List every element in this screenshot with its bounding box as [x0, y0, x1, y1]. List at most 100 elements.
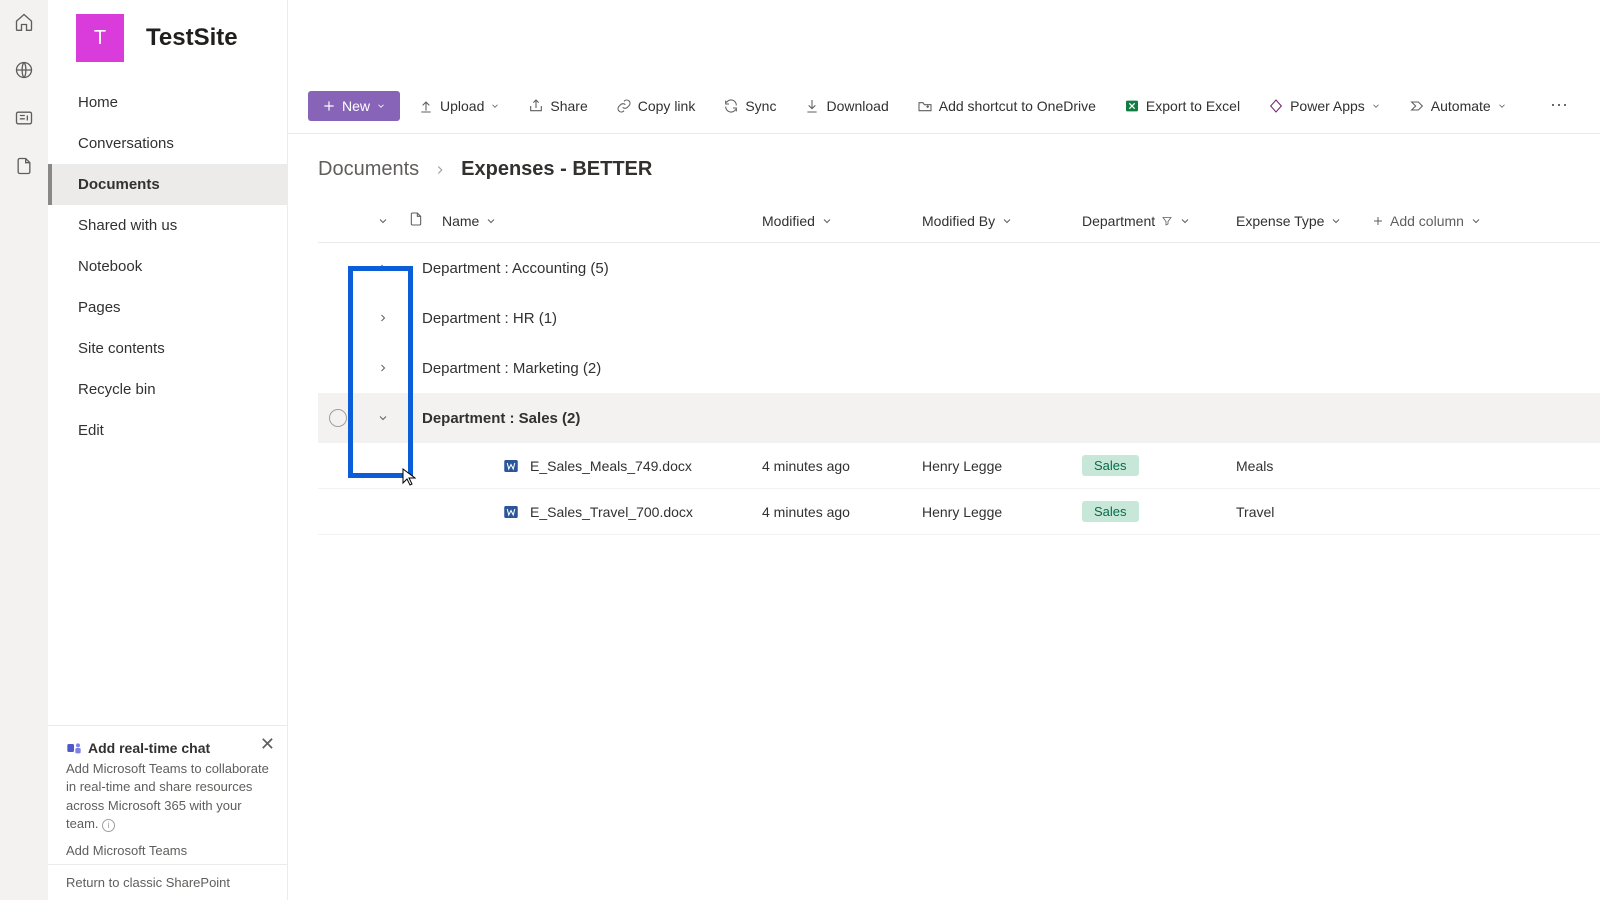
modified-by-value: Henry Legge: [922, 504, 1082, 520]
left-nav: T TestSite Home Conversations Documents …: [48, 0, 288, 900]
group-label: Department : Accounting (5): [408, 260, 609, 277]
nav-item-pages[interactable]: Pages: [48, 287, 287, 328]
chevron-down-icon: [376, 101, 386, 111]
expense-type-value: Meals: [1232, 458, 1372, 474]
chevron-down-icon: [1179, 215, 1191, 227]
chevron-right-icon: [377, 362, 389, 374]
promo-link[interactable]: Add Microsoft Teams: [66, 843, 269, 858]
chevron-down-icon: [1330, 215, 1342, 227]
group-row-accounting[interactable]: Department : Accounting (5): [318, 243, 1600, 293]
classic-link[interactable]: Return to classic SharePoint: [48, 864, 287, 900]
chevron-down-icon: [485, 215, 497, 227]
power-apps-button[interactable]: Power Apps: [1258, 92, 1391, 120]
expand-button[interactable]: [367, 302, 399, 334]
nav-item-edit[interactable]: Edit: [48, 410, 287, 451]
chevron-right-icon: [377, 262, 389, 274]
select-radio[interactable]: [329, 409, 347, 427]
nav-item-shared[interactable]: Shared with us: [48, 205, 287, 246]
command-bar: New Upload Share Copy link Sync: [288, 78, 1600, 134]
chevron-down-icon: [821, 215, 833, 227]
column-expense-type[interactable]: Expense Type: [1232, 213, 1372, 229]
shortcut-icon: [917, 98, 933, 114]
chevron-down-icon[interactable]: [377, 215, 389, 227]
plus-icon: [322, 99, 336, 113]
collapse-button[interactable]: [367, 402, 399, 434]
export-excel-button[interactable]: Export to Excel: [1114, 92, 1250, 120]
link-icon: [616, 98, 632, 114]
document-list: Name Modified Modified By Department: [288, 199, 1600, 535]
nav-item-notebook[interactable]: Notebook: [48, 246, 287, 287]
column-name[interactable]: Name: [442, 213, 762, 229]
site-header: T TestSite: [48, 0, 287, 76]
expand-button[interactable]: [367, 252, 399, 284]
files-icon[interactable]: [14, 156, 34, 176]
copy-link-button[interactable]: Copy link: [606, 92, 706, 120]
automate-button[interactable]: Automate: [1399, 92, 1517, 120]
file-name: E_Sales_Travel_700.docx: [530, 504, 693, 520]
table-row[interactable]: E_Sales_Meals_749.docx 4 minutes ago Hen…: [318, 443, 1600, 489]
nav-item-recycle-bin[interactable]: Recycle bin: [48, 369, 287, 410]
expense-type-value: Travel: [1232, 504, 1372, 520]
word-file-icon: [502, 503, 520, 521]
modified-by-value: Henry Legge: [922, 458, 1082, 474]
breadcrumb: Documents Expenses - BETTER: [288, 134, 1600, 199]
dept-pill: Sales: [1082, 501, 1139, 522]
automate-icon: [1409, 98, 1425, 114]
chevron-down-icon: [377, 412, 389, 424]
chevron-down-icon: [1371, 101, 1381, 111]
word-file-icon: [502, 457, 520, 475]
dept-pill: Sales: [1082, 455, 1139, 476]
group-row-hr[interactable]: Department : HR (1): [318, 293, 1600, 343]
upload-icon: [418, 98, 434, 114]
chevron-down-icon: [1001, 215, 1013, 227]
nav-item-documents[interactable]: Documents: [48, 164, 287, 205]
chevron-right-icon: [433, 163, 447, 177]
plus-icon: [1372, 215, 1384, 227]
sync-button[interactable]: Sync: [713, 92, 786, 120]
share-button[interactable]: Share: [518, 92, 597, 120]
close-icon[interactable]: ✕: [260, 734, 275, 755]
new-button[interactable]: New: [308, 91, 400, 121]
nav-item-home[interactable]: Home: [48, 82, 287, 123]
news-icon[interactable]: [14, 108, 34, 128]
group-row-sales[interactable]: Department : Sales (2): [318, 393, 1600, 443]
promo-body: Add Microsoft Teams to collaborate in re…: [66, 760, 269, 833]
globe-icon[interactable]: [14, 60, 34, 80]
chevron-right-icon: [377, 312, 389, 324]
list-header: Name Modified Modified By Department: [318, 199, 1600, 243]
promo-panel: ✕ Add real-time chat Add Microsoft Teams…: [48, 725, 287, 864]
file-name: E_Sales_Meals_749.docx: [530, 458, 692, 474]
column-modified[interactable]: Modified: [762, 213, 922, 229]
site-title: TestSite: [146, 24, 238, 52]
modified-value: 4 minutes ago: [762, 458, 922, 474]
more-button[interactable]: ⋯: [1540, 89, 1580, 122]
file-type-icon[interactable]: [408, 211, 424, 227]
group-label: Department : Marketing (2): [408, 360, 601, 377]
nav-item-conversations[interactable]: Conversations: [48, 123, 287, 164]
crumb-current: Expenses - BETTER: [461, 158, 652, 181]
column-department[interactable]: Department: [1082, 213, 1232, 229]
add-column-button[interactable]: Add column: [1372, 213, 1532, 229]
info-icon[interactable]: i: [102, 819, 115, 832]
home-icon[interactable]: [14, 12, 34, 32]
upload-button[interactable]: Upload: [408, 92, 510, 120]
table-row[interactable]: E_Sales_Travel_700.docx 4 minutes ago He…: [318, 489, 1600, 535]
download-button[interactable]: Download: [794, 92, 898, 120]
crumb-root[interactable]: Documents: [318, 158, 419, 181]
add-shortcut-button[interactable]: Add shortcut to OneDrive: [907, 92, 1106, 120]
expand-button[interactable]: [367, 352, 399, 384]
cursor-icon: [402, 468, 416, 486]
chevron-down-icon: [1497, 101, 1507, 111]
nav-item-site-contents[interactable]: Site contents: [48, 328, 287, 369]
sync-icon: [723, 98, 739, 114]
app-rail: [0, 0, 48, 900]
group-row-marketing[interactable]: Department : Marketing (2): [318, 343, 1600, 393]
group-label: Department : Sales (2): [408, 410, 580, 427]
powerapps-icon: [1268, 98, 1284, 114]
column-modified-by[interactable]: Modified By: [922, 213, 1082, 229]
site-logo[interactable]: T: [76, 14, 124, 62]
download-icon: [804, 98, 820, 114]
chevron-down-icon: [490, 101, 500, 111]
promo-title: Add real-time chat: [88, 740, 210, 756]
share-icon: [528, 98, 544, 114]
